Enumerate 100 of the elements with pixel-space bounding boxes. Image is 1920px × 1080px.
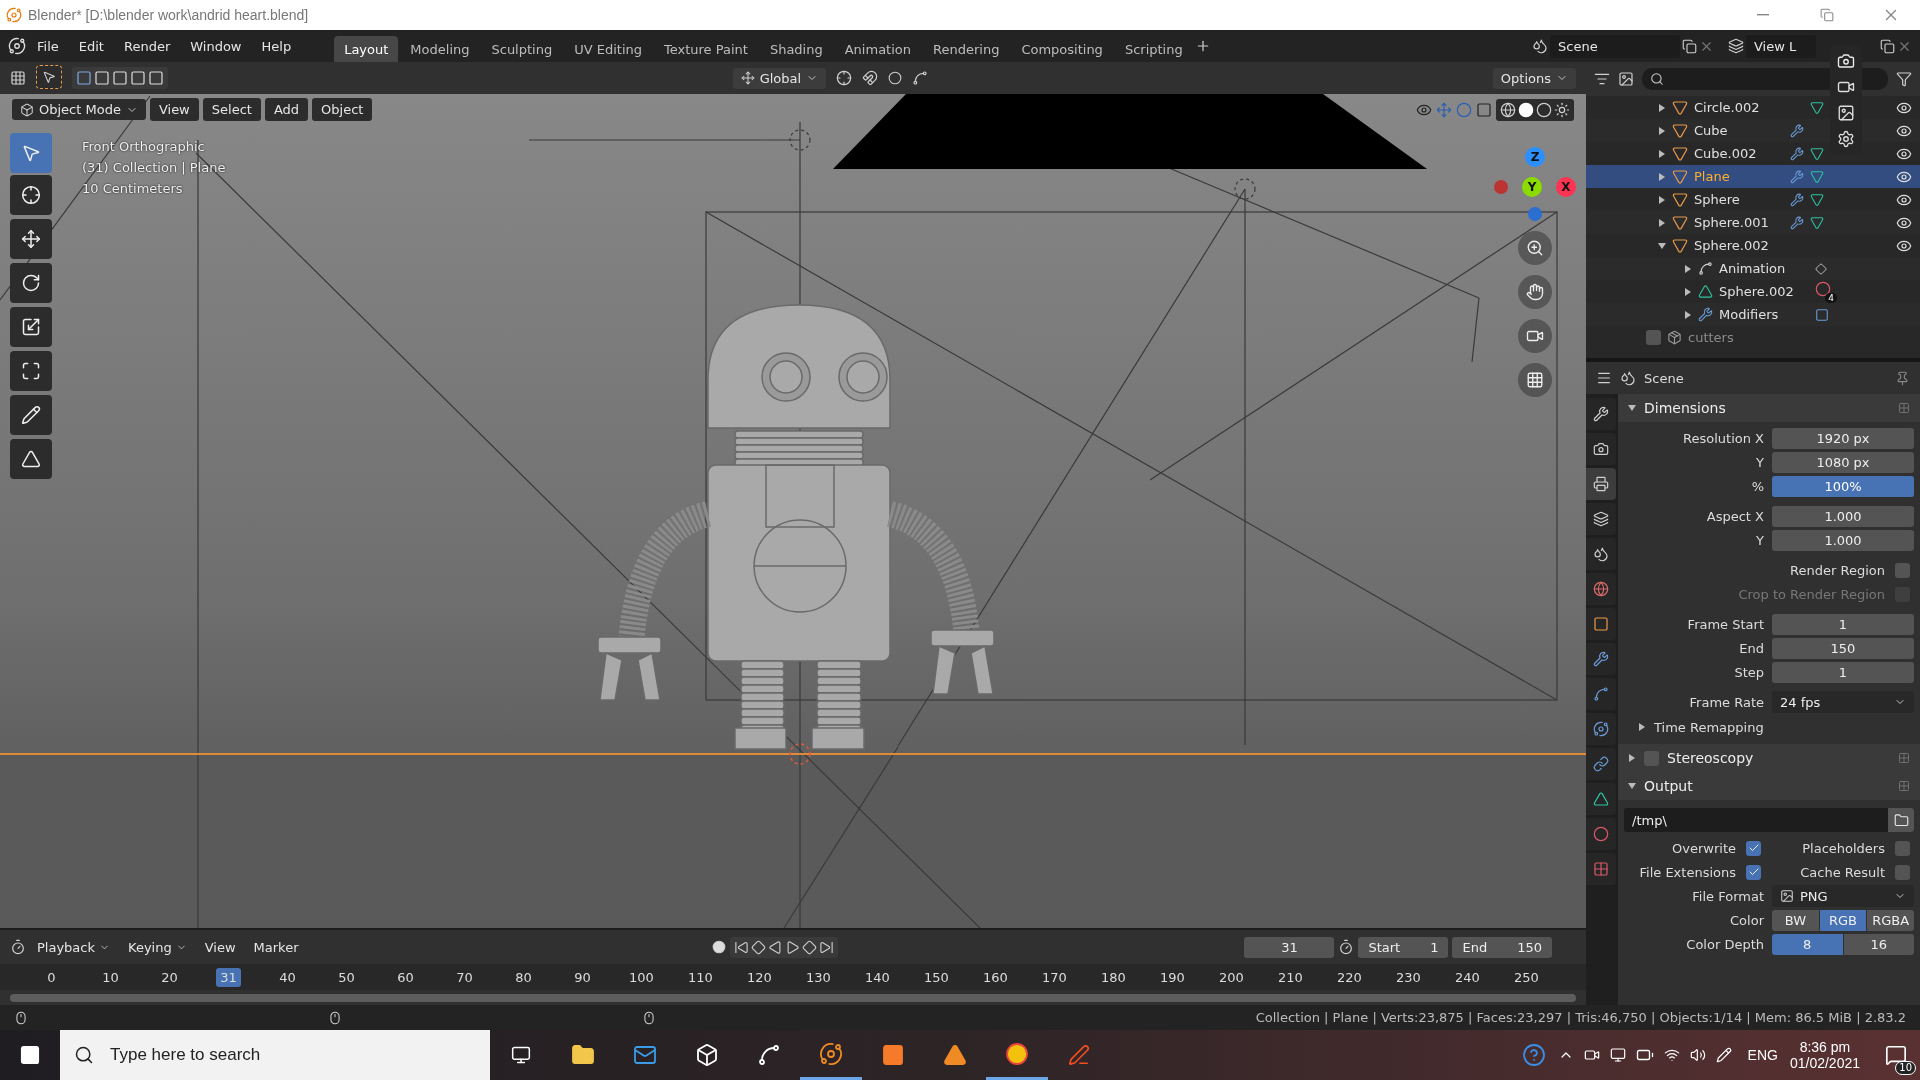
- path-field[interactable]: /tmp\: [1624, 808, 1914, 832]
- field-label: Color Depth: [1685, 936, 1764, 952]
- segment-option[interactable]: RGBA: [1867, 909, 1914, 931]
- orientation-dropdown[interactable]: Global: [732, 67, 827, 89]
- frame-number: 80: [514, 968, 533, 987]
- menu-item[interactable]: Edit: [69, 34, 113, 58]
- dropdown[interactable]: PNG: [1772, 885, 1914, 907]
- axis-ball[interactable]: X: [1556, 177, 1576, 197]
- menu-item[interactable]: Window: [181, 34, 251, 58]
- workspace-tab[interactable]: Layout: [334, 35, 399, 63]
- timeline-menu[interactable]: Keying: [121, 936, 194, 958]
- field-label: Aspect X: [1705, 508, 1764, 524]
- viewport-menu[interactable]: Add: [264, 98, 309, 121]
- menu-item[interactable]: Render: [114, 34, 180, 58]
- current-frame-marker[interactable]: 31: [216, 967, 241, 987]
- object-name: Circle.002: [1694, 100, 1761, 115]
- search-field[interactable]: Type here to search: [108, 1044, 476, 1066]
- current-frame-field[interactable]: 31: [1244, 936, 1335, 958]
- timeline-menu[interactable]: Marker: [246, 936, 306, 958]
- outliner-item-name[interactable]: Modifiers: [1719, 307, 1809, 322]
- frame-number: 170: [1041, 968, 1068, 987]
- frame-number: 220: [1336, 968, 1363, 987]
- number-field[interactable]: 150: [1772, 637, 1914, 659]
- frame-number: 40: [278, 968, 297, 987]
- frame-number: 90: [573, 968, 592, 987]
- start-frame-field[interactable]: Start 1: [1358, 936, 1449, 958]
- dropdown[interactable]: 24 fps: [1772, 691, 1914, 713]
- workspace-tab[interactable]: Animation: [834, 35, 921, 63]
- view-layer-field[interactable]: View L: [1746, 34, 1816, 58]
- axis-ball[interactable]: Z: [1525, 147, 1545, 167]
- object-name: Sphere: [1694, 192, 1741, 207]
- language-indicator[interactable]: ENG: [1747, 1047, 1778, 1063]
- workspace-tab[interactable]: Texture Paint: [654, 35, 758, 63]
- outliner-item-name[interactable]: Animation: [1719, 261, 1809, 276]
- workspace-tab[interactable]: Rendering: [923, 35, 1010, 63]
- notification-button[interactable]: 10: [1872, 1035, 1920, 1075]
- outliner-item-name[interactable]: Sphere.002: [1719, 284, 1809, 299]
- frame-number: 250: [1513, 968, 1540, 987]
- slider-value: 100%: [1824, 478, 1862, 494]
- number-field[interactable]: 1: [1772, 613, 1914, 635]
- number-field[interactable]: 1: [1772, 661, 1914, 683]
- segment-option[interactable]: 8: [1772, 933, 1843, 955]
- workspace-tab[interactable]: Sculpting: [481, 35, 563, 63]
- axis-ball[interactable]: Y: [1522, 177, 1542, 197]
- frame-number: 210: [1277, 968, 1304, 987]
- scene-field[interactable]: Scene: [1550, 34, 1680, 58]
- viewport-menu[interactable]: Select: [202, 98, 261, 121]
- checkbox-label: Overwrite: [1672, 840, 1736, 856]
- field-label: Step: [1733, 664, 1764, 680]
- percent-slider[interactable]: 100%: [1772, 475, 1914, 497]
- frame-number: 140: [864, 968, 891, 987]
- collection-name: cutters: [1688, 330, 1735, 345]
- search-box[interactable]: Type here to search: [60, 1030, 490, 1080]
- segment-option[interactable]: BW: [1772, 909, 1819, 931]
- workspace-tab[interactable]: Scripting: [1114, 35, 1193, 63]
- number-field[interactable]: 1080 px: [1772, 451, 1914, 473]
- viewport-menu[interactable]: Object: [312, 98, 373, 121]
- field-label: Y: [1755, 532, 1764, 548]
- clock[interactable]: 8:36 pm 01/02/2021: [1777, 1039, 1872, 1071]
- menu-item[interactable]: Help: [252, 34, 301, 58]
- field-label: File Format: [1691, 888, 1764, 904]
- timeline-menu[interactable]: View: [197, 936, 243, 958]
- segment-option[interactable]: 16: [1843, 933, 1914, 955]
- subpanel-title[interactable]: Time Remapping: [1654, 719, 1764, 735]
- field-label: Color: [1729, 912, 1764, 928]
- field-label: Frame Rate: [1688, 694, 1764, 710]
- number-field[interactable]: 1.000: [1772, 505, 1914, 527]
- panel-header[interactable]: Output: [1618, 772, 1920, 800]
- frame-number: 150: [923, 968, 950, 987]
- frame-number: 180: [1100, 968, 1127, 987]
- number-field[interactable]: 1920 px: [1772, 427, 1914, 449]
- menu-item[interactable]: File: [28, 34, 68, 58]
- mode-dropdown[interactable]: Object Mode: [12, 99, 146, 120]
- viewport-menu[interactable]: View: [149, 98, 199, 121]
- workspace-tab[interactable]: Shading: [759, 35, 833, 63]
- window-title: Blender* [D:\blender work\andrid heart.blend]: [28, 7, 310, 23]
- object-name: Sphere.001: [1694, 215, 1770, 230]
- frame-number: 160: [982, 968, 1009, 987]
- workspace-tab[interactable]: Compositing: [1011, 35, 1113, 63]
- object-name: Plane: [1694, 169, 1731, 184]
- segment-option[interactable]: RGB: [1819, 909, 1867, 931]
- frame-number: 190: [1159, 968, 1186, 987]
- end-frame-field[interactable]: End 150: [1452, 936, 1552, 958]
- field-label: End: [1738, 640, 1764, 656]
- panel-header[interactable]: Dimensions: [1618, 394, 1920, 422]
- number-field[interactable]: 1.000: [1772, 529, 1914, 551]
- field-label: Resolution X: [1682, 430, 1764, 446]
- timeline-menu[interactable]: Playback: [30, 936, 117, 958]
- status-text: Collection | Plane | Verts:23,875 | Faces:23,297 | Tris:46,750 | Objects:1/14 | Mem: 86.5 MiB | 2.83.2: [1255, 1010, 1906, 1025]
- frame-number: 240: [1454, 968, 1481, 987]
- frame-number: 110: [687, 968, 714, 987]
- workspace-tab[interactable]: UV Editing: [564, 35, 652, 63]
- workspace-tab[interactable]: Modeling: [400, 35, 480, 63]
- material-badge: 4: [1815, 280, 1837, 303]
- panel-header[interactable]: Stereoscopy: [1618, 744, 1920, 772]
- field-label: Frame Start: [1686, 616, 1764, 632]
- checkbox-label: Placeholders: [1802, 840, 1885, 856]
- options-dropdown[interactable]: Options: [1492, 67, 1576, 89]
- outliner-row[interactable]: Plane: [1586, 165, 1920, 188]
- field-label: %: [1750, 478, 1764, 494]
